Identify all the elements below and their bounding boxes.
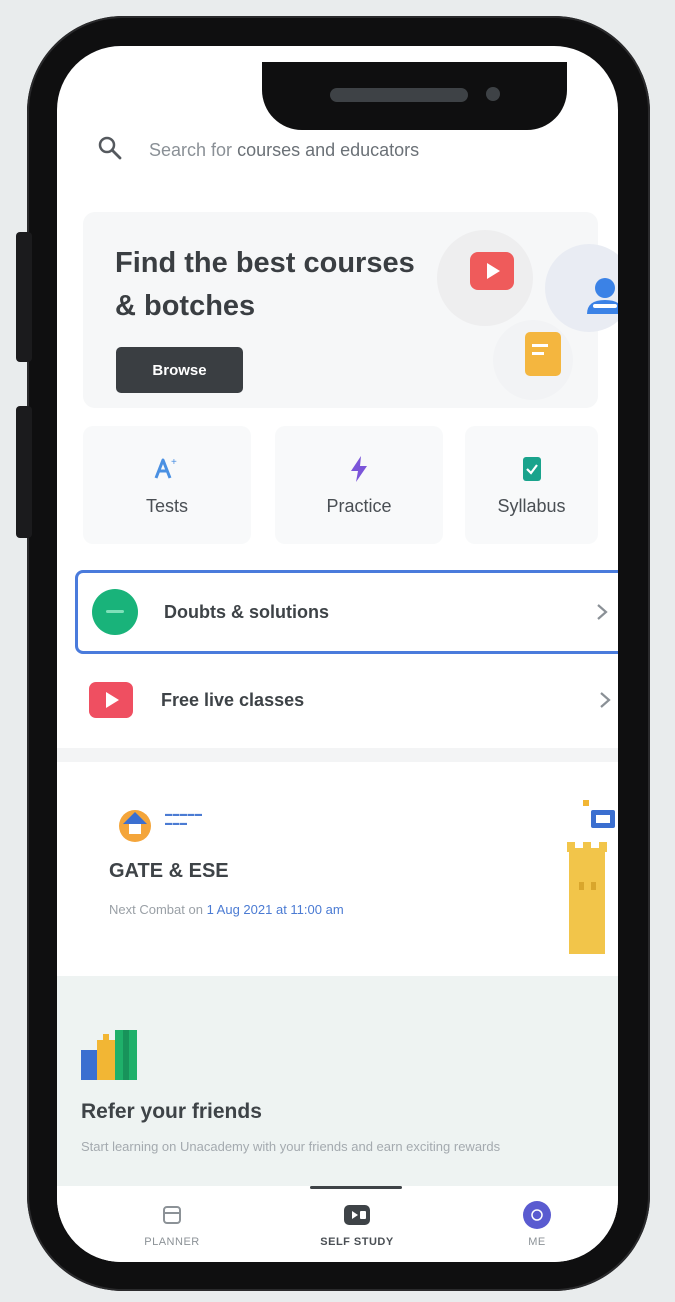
phone-side-button xyxy=(16,232,32,362)
chevron-right-icon xyxy=(600,692,611,708)
search-placeholder-rest: courses and educators xyxy=(237,139,420,160)
combat-title: GATE & ESE xyxy=(109,860,229,882)
document-icon xyxy=(525,332,561,376)
nav-planner[interactable]: PLANNER xyxy=(102,1200,242,1248)
combat-logo-icon xyxy=(119,810,151,842)
doubts-label: Doubts & solutions xyxy=(164,601,329,622)
refer-subtitle: Start learning on Unacademy with your fr… xyxy=(81,1139,501,1154)
planner-icon xyxy=(163,1206,181,1224)
notch-speaker xyxy=(330,88,468,102)
tests-card[interactable]: + Tests xyxy=(83,426,251,544)
search-bar[interactable]: Search for courses and educators xyxy=(97,128,597,172)
tests-label: Tests xyxy=(145,495,188,516)
video-icon xyxy=(470,252,514,290)
syllabus-card[interactable]: Syllabus xyxy=(465,426,598,544)
combat-schedule: Next Combat on 1 Aug 2021 at 11:00 am xyxy=(109,902,344,917)
phone-screen: Search for courses and educators Find th… xyxy=(57,46,618,1262)
live-class-icon xyxy=(89,677,135,723)
search-placeholder: Search for courses and educators xyxy=(149,140,419,161)
section-divider xyxy=(57,748,618,762)
live-classes-label: Free live classes xyxy=(161,689,305,710)
phone-side-button xyxy=(16,406,32,538)
refer-section[interactable]: Refer your friends Start learning on Una… xyxy=(57,976,618,1186)
search-icon xyxy=(97,135,123,166)
notch-camera xyxy=(486,87,500,101)
refer-title: Refer your friends xyxy=(81,1100,262,1123)
doubts-icon xyxy=(92,589,138,635)
phone-notch xyxy=(262,62,567,130)
nav-me[interactable]: ME xyxy=(467,1200,607,1248)
combat-card[interactable]: ▬▬▬▬▬ ▬▬▬ GATE & ESE Next Combat on 1 Aug… xyxy=(79,796,618,962)
nav-self-study-label: SELF STUDY xyxy=(320,1236,394,1248)
nav-planner-label: PLANNER xyxy=(144,1236,200,1248)
practice-icon xyxy=(351,455,367,482)
active-tab-indicator xyxy=(310,1186,402,1189)
syllabus-label: Syllabus xyxy=(497,495,566,516)
self-study-icon xyxy=(344,1205,370,1225)
syllabus-icon xyxy=(522,456,541,481)
quick-actions-row: + Tests Practice Syllabus xyxy=(83,426,598,544)
doubts-solutions-item[interactable]: Doubts & solutions xyxy=(75,570,618,654)
combat-schedule-prefix: Next Combat on xyxy=(109,902,203,917)
chevron-right-icon xyxy=(597,604,608,620)
user-icon xyxy=(587,278,618,314)
nav-me-label: ME xyxy=(528,1236,546,1248)
practice-label: Practice xyxy=(326,495,392,516)
svg-text:+: + xyxy=(171,457,177,468)
gift-icon xyxy=(81,1030,137,1080)
hero-banner: Find the best courses & botches Browse xyxy=(83,212,618,408)
free-live-classes-item[interactable]: Free live classes xyxy=(75,658,618,742)
tests-icon: + xyxy=(154,457,177,479)
trophy-tower-icon xyxy=(567,800,615,954)
practice-card[interactable]: Practice xyxy=(275,426,443,544)
browse-button[interactable]: Browse xyxy=(116,347,243,393)
search-placeholder-prefix: Search for xyxy=(149,139,233,160)
profile-icon xyxy=(523,1201,551,1229)
nav-self-study[interactable]: SELF STUDY xyxy=(287,1200,427,1248)
combat-schedule-date: 1 Aug 2021 at 11:00 am xyxy=(206,902,344,917)
bottom-nav: PLANNER SELF STUDY ME xyxy=(57,1186,618,1262)
hero-title: Find the best courses & botches xyxy=(115,247,415,322)
combat-logo-text: ▬▬▬▬▬ ▬▬▬ xyxy=(165,811,203,827)
